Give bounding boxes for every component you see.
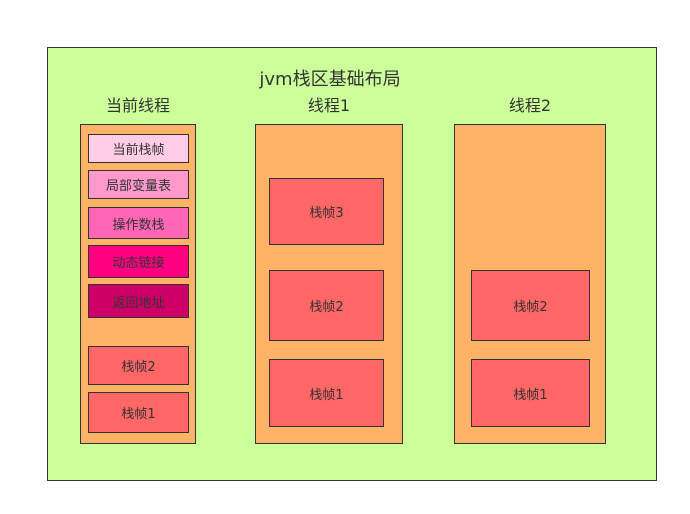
thread1-label: 线程1 bbox=[307, 96, 351, 115]
current-thread-frame-1: 栈帧1 bbox=[88, 392, 189, 433]
current-frame-box: 当前栈帧 bbox=[88, 134, 189, 163]
thread2-frame-2: 栈帧2 bbox=[471, 270, 590, 341]
current-thread-label: 当前线程 bbox=[105, 96, 170, 115]
thread2-frame-1: 栈帧1 bbox=[471, 359, 590, 427]
thread1-frame-1: 栈帧1 bbox=[269, 359, 384, 427]
dynamic-linking-box: 动态链接 bbox=[88, 245, 189, 278]
return-address-box: 返回地址 bbox=[88, 284, 189, 318]
current-thread-frame-2: 栈帧2 bbox=[88, 346, 189, 385]
operand-stack-box: 操作数栈 bbox=[88, 207, 189, 239]
diagram-title: jvm栈区基础布局 bbox=[259, 69, 401, 90]
local-variable-table-box: 局部变量表 bbox=[88, 170, 189, 199]
thread1-frame-2: 栈帧2 bbox=[269, 270, 384, 341]
thread2-label: 线程2 bbox=[508, 96, 552, 115]
thread1-frame-3: 栈帧3 bbox=[269, 178, 384, 245]
